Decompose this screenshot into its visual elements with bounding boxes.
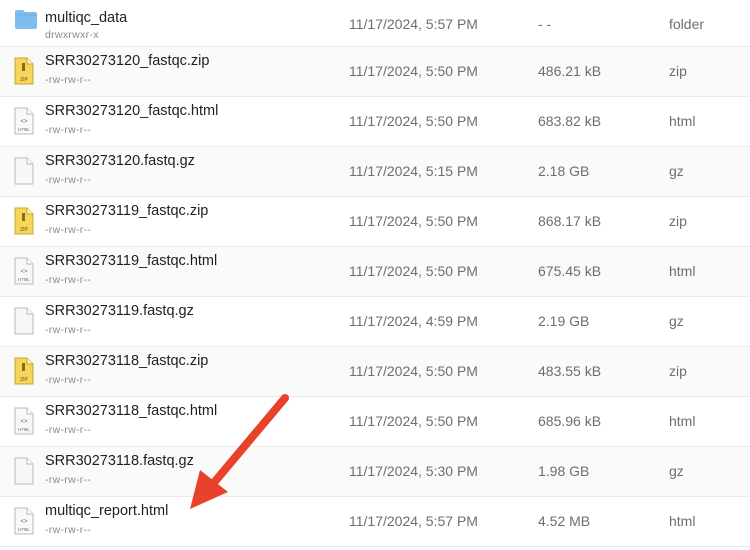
svg-text:<>: <>	[20, 269, 28, 275]
file-date: 11/17/2024, 5:50 PM	[349, 113, 478, 129]
file-type: zip	[669, 213, 687, 229]
folder-icon	[14, 8, 37, 36]
file-icon	[14, 307, 34, 335]
file-name[interactable]: SRR30273119_fastqc.html	[45, 253, 217, 269]
svg-text:ZIP: ZIP	[20, 227, 28, 233]
file-name[interactable]: multiqc_data	[45, 10, 127, 26]
file-date: 11/17/2024, 4:59 PM	[349, 313, 478, 329]
file-size: - -	[538, 16, 552, 32]
file-type: zip	[669, 363, 687, 379]
file-name[interactable]: SRR30273120.fastq.gz	[45, 153, 195, 169]
file-permissions: -rw-rw-r--	[45, 324, 92, 336]
file-name[interactable]: SRR30273118_fastqc.html	[45, 403, 217, 419]
svg-text:ZIP: ZIP	[20, 377, 28, 383]
html-file-icon: <> HTML	[14, 257, 34, 285]
file-date: 11/17/2024, 5:50 PM	[349, 213, 478, 229]
svg-text:<>: <>	[20, 519, 28, 525]
file-icon	[14, 157, 34, 185]
file-row[interactable]: SRR30273119.fastq.gz -rw-rw-r-- 11/17/20…	[0, 297, 750, 347]
file-row[interactable]: <> HTML SRR30273118_fastqc.html -rw-rw-r-…	[0, 397, 750, 447]
file-date: 11/17/2024, 5:15 PM	[349, 163, 478, 179]
file-size: 483.55 kB	[538, 363, 602, 379]
file-date: 11/17/2024, 5:57 PM	[349, 16, 478, 32]
file-size: 4.52 MB	[538, 513, 591, 529]
file-type: html	[669, 513, 696, 529]
file-type: gz	[669, 313, 684, 329]
file-name[interactable]: SRR30273118_fastqc.zip	[45, 353, 208, 369]
file-row[interactable]: SRR30273118.fastq.gz -rw-rw-r-- 11/17/20…	[0, 447, 750, 497]
file-type: gz	[669, 163, 684, 179]
file-permissions: -rw-rw-r--	[45, 474, 92, 486]
file-row[interactable]: <> HTML SRR30273120_fastqc.html -rw-rw-r-…	[0, 97, 750, 147]
svg-text:HTML: HTML	[18, 127, 30, 132]
file-permissions: -rw-rw-r--	[45, 274, 92, 286]
file-type: gz	[669, 463, 684, 479]
file-date: 11/17/2024, 5:50 PM	[349, 263, 478, 279]
file-date: 11/17/2024, 5:30 PM	[349, 463, 478, 479]
file-name[interactable]: SRR30273120_fastqc.zip	[45, 53, 209, 69]
zip-file-icon: ZIP	[14, 357, 34, 385]
file-date: 11/17/2024, 5:57 PM	[349, 513, 478, 529]
file-row[interactable]: ZIP SRR30273118_fastqc.zip -rw-rw-r-- 11…	[0, 347, 750, 397]
zip-file-icon: ZIP	[14, 57, 34, 85]
file-size: 2.19 GB	[538, 313, 590, 329]
file-list: multiqc_data drwxrwxr-x 11/17/2024, 5:57…	[0, 0, 750, 547]
file-row[interactable]: ZIP SRR30273119_fastqc.zip -rw-rw-r-- 11…	[0, 197, 750, 247]
file-size: 2.18 GB	[538, 163, 590, 179]
file-type: html	[669, 413, 696, 429]
file-permissions: -rw-rw-r--	[45, 524, 92, 536]
file-size: 868.17 kB	[538, 213, 602, 229]
file-name[interactable]: SRR30273120_fastqc.html	[45, 103, 218, 119]
svg-text:HTML: HTML	[18, 527, 30, 532]
file-size: 675.45 kB	[538, 263, 602, 279]
file-permissions: -rw-rw-r--	[45, 374, 92, 386]
file-row[interactable]: ZIP SRR30273120_fastqc.zip -rw-rw-r-- 11…	[0, 47, 750, 97]
svg-text:<>: <>	[20, 419, 28, 425]
zip-file-icon: ZIP	[14, 207, 34, 235]
file-name[interactable]: SRR30273119.fastq.gz	[45, 303, 194, 319]
file-type: zip	[669, 63, 687, 79]
svg-text:HTML: HTML	[18, 427, 30, 432]
html-file-icon: <> HTML	[14, 507, 34, 535]
svg-text:HTML: HTML	[18, 277, 30, 282]
file-type: html	[669, 113, 696, 129]
file-row[interactable]: <> HTML multiqc_report.html -rw-rw-r-- 11…	[0, 497, 750, 547]
file-permissions: -rw-rw-r--	[45, 224, 92, 236]
html-file-icon: <> HTML	[14, 107, 34, 135]
file-size: 486.21 kB	[538, 63, 602, 79]
file-permissions: -rw-rw-r--	[45, 124, 92, 136]
html-file-icon: <> HTML	[14, 407, 34, 435]
file-row[interactable]: <> HTML SRR30273119_fastqc.html -rw-rw-r-…	[0, 247, 750, 297]
file-row[interactable]: SRR30273120.fastq.gz -rw-rw-r-- 11/17/20…	[0, 147, 750, 197]
file-permissions: -rw-rw-r--	[45, 174, 92, 186]
svg-text:<>: <>	[20, 119, 28, 125]
file-size: 685.96 kB	[538, 413, 602, 429]
file-row[interactable]: multiqc_data drwxrwxr-x 11/17/2024, 5:57…	[0, 0, 750, 47]
file-date: 11/17/2024, 5:50 PM	[349, 413, 478, 429]
file-date: 11/17/2024, 5:50 PM	[349, 63, 478, 79]
file-permissions: drwxrwxr-x	[45, 29, 99, 41]
file-size: 683.82 kB	[538, 113, 602, 129]
file-type: html	[669, 263, 696, 279]
svg-text:ZIP: ZIP	[20, 77, 28, 83]
file-type: folder	[669, 16, 705, 32]
file-permissions: -rw-rw-r--	[45, 74, 92, 86]
file-name[interactable]: SRR30273118.fastq.gz	[45, 453, 194, 469]
file-icon	[14, 457, 34, 485]
file-permissions: -rw-rw-r--	[45, 424, 92, 436]
file-size: 1.98 GB	[538, 463, 590, 479]
file-name[interactable]: SRR30273119_fastqc.zip	[45, 203, 208, 219]
file-name[interactable]: multiqc_report.html	[45, 503, 168, 519]
file-date: 11/17/2024, 5:50 PM	[349, 363, 478, 379]
